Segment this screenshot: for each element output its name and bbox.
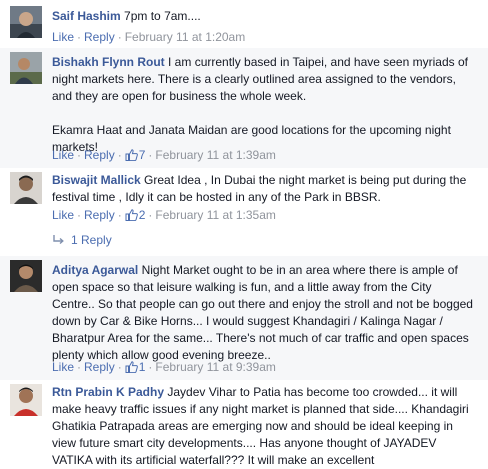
avatar[interactable] [10, 260, 42, 292]
comment-body: Saif Hashim 7pm to 7am.... [52, 8, 476, 25]
comment-body: Biswajit Mallick Great Idea , In Dubai t… [52, 172, 476, 206]
like-link[interactable]: Like [52, 30, 74, 44]
comment-aditya-agarwal: Aditya Agarwal Night Market ought to be … [0, 256, 488, 380]
reply-link[interactable]: Reply [84, 30, 115, 44]
comment-actions: Like · Reply · 1 · February 11 at 9:39am [52, 360, 276, 376]
reply-arrow-icon [52, 234, 64, 248]
view-replies-link[interactable]: 1 Reply [52, 233, 112, 248]
replies-count-label: 1 Reply [71, 233, 112, 247]
comment-body: Rtn Prabin K Padhy Jaydev Vihar to Patia… [52, 384, 476, 469]
like-link[interactable]: Like [52, 360, 74, 374]
comment-biswajit-mallick: Biswajit Mallick Great Idea , In Dubai t… [0, 168, 488, 256]
comment-bishakh-flynn-rout: Bishakh Flynn Rout I am currently based … [0, 48, 488, 168]
comment-author[interactable]: Biswajit Mallick [52, 173, 141, 187]
comment-timestamp[interactable]: February 11 at 1:39am [155, 148, 276, 162]
comment-text: 7pm to 7am.... [124, 9, 201, 23]
thumbs-up-icon [125, 209, 138, 224]
reply-link[interactable]: Reply [84, 208, 115, 222]
reply-link[interactable]: Reply [84, 360, 115, 374]
comment-timestamp[interactable]: February 11 at 9:39am [155, 360, 276, 374]
comment-actions: Like · Reply · 7 · February 11 at 1:39am [52, 148, 276, 164]
comment-timestamp[interactable]: February 11 at 1:35am [155, 208, 276, 222]
avatar[interactable] [10, 384, 42, 416]
comment-rtn-prabin-k-padhy: Rtn Prabin K Padhy Jaydev Vihar to Patia… [0, 380, 488, 467]
thumbs-up-icon [125, 361, 138, 376]
comment-body: Aditya Agarwal Night Market ought to be … [52, 262, 476, 364]
comment-actions: Like · Reply · February 11 at 1:20am [52, 30, 246, 44]
avatar[interactable] [10, 6, 42, 38]
reply-link[interactable]: Reply [84, 148, 115, 162]
comment-author[interactable]: Bishakh Flynn Rout [52, 55, 165, 69]
like-link[interactable]: Like [52, 148, 74, 162]
comment-body: Bishakh Flynn Rout I am currently based … [52, 54, 476, 156]
avatar[interactable] [10, 172, 42, 204]
like-link[interactable]: Like [52, 208, 74, 222]
comment-text: Night Market ought to be in an area wher… [52, 263, 473, 362]
comment-saif-hashim: Saif Hashim 7pm to 7am.... Like · Reply · Fe… [0, 0, 488, 48]
comment-actions: Like · Reply · 2 · February 11 at 1:35am [52, 208, 276, 224]
thumbs-up-icon [125, 149, 138, 164]
comment-author[interactable]: Rtn Prabin K Padhy [52, 385, 164, 399]
comment-timestamp[interactable]: February 11 at 1:20am [125, 30, 246, 44]
avatar[interactable] [10, 52, 42, 84]
comment-author[interactable]: Aditya Agarwal [52, 263, 138, 277]
comment-author[interactable]: Saif Hashim [52, 9, 121, 23]
